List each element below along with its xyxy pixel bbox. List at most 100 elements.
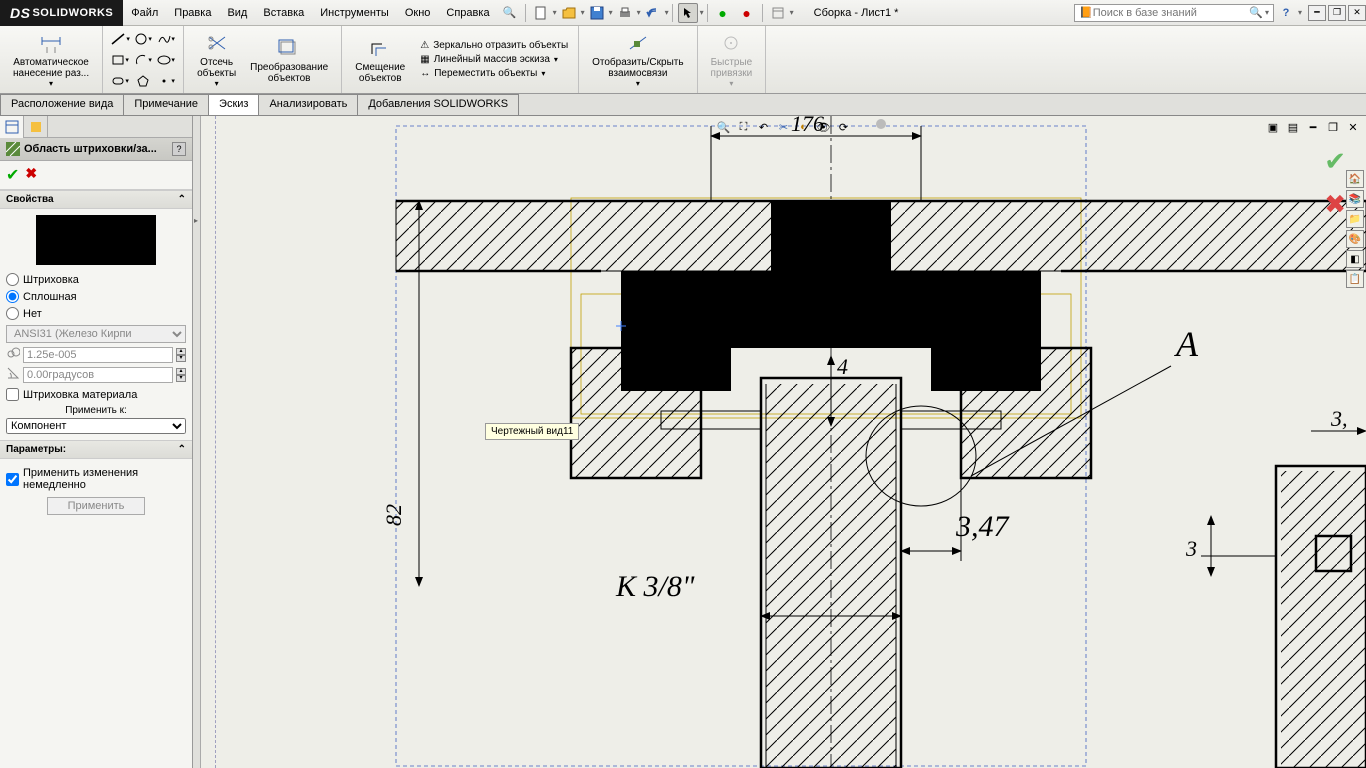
options-icon[interactable] <box>768 3 788 23</box>
line-tool-icon[interactable]: ▾ <box>109 29 131 49</box>
scale-input[interactable] <box>23 347 173 363</box>
search-submit-icon[interactable]: 🔍 <box>1249 6 1263 19</box>
rebuild-red-icon[interactable]: ● <box>737 3 757 23</box>
apply-to-select[interactable]: Компонент <box>6 418 186 434</box>
collapse-icon[interactable]: ⌃ <box>178 194 186 205</box>
corner-max-icon[interactable]: ❐ <box>1324 118 1342 136</box>
ellipse-tool-icon[interactable]: ▾ <box>155 50 177 70</box>
collapse-icon[interactable]: ⌃ <box>178 444 186 455</box>
material-hatch-checkbox[interactable] <box>6 388 19 401</box>
menu-view[interactable]: Вид <box>219 0 255 25</box>
rotate-icon[interactable]: ⟳ <box>835 118 853 136</box>
none-radio-input[interactable] <box>6 307 19 320</box>
menu-insert[interactable]: Вставка <box>255 0 312 25</box>
tab-analyze[interactable]: Анализировать <box>258 94 358 115</box>
taskpane-palette-icon[interactable]: 🎨 <box>1346 230 1364 248</box>
offset-button[interactable]: Смещение объектов <box>348 33 412 87</box>
display-style-icon[interactable]: ◐ <box>795 118 813 136</box>
select-icon[interactable] <box>678 3 698 23</box>
feature-tree-tab-icon[interactable] <box>0 116 24 138</box>
linear-pattern-button[interactable]: ▦Линейный массив эскиза▾ <box>416 53 572 66</box>
hatch-radio[interactable]: Штриховка <box>6 271 186 288</box>
corner-close-icon[interactable]: ✕ <box>1344 118 1362 136</box>
save-icon[interactable] <box>587 3 607 23</box>
solid-radio[interactable]: Сплошная <box>6 288 186 305</box>
zoom-area-icon[interactable]: ⛶ <box>735 118 753 136</box>
pattern-select[interactable]: ANSI31 (Железо Кирпи <box>6 325 186 343</box>
arc-tool-icon[interactable]: ▾ <box>132 50 154 70</box>
menu-file[interactable]: Файл <box>123 0 166 25</box>
taskpane-lib-icon[interactable]: 📚 <box>1346 190 1364 208</box>
angle-spinner[interactable]: ▴▾ <box>176 368 186 382</box>
menu-help[interactable]: Справка <box>438 0 497 25</box>
tab-layout[interactable]: Расположение вида <box>0 94 124 115</box>
help-icon[interactable]: ? <box>1276 3 1296 23</box>
apply-immediate-checkbox[interactable] <box>6 473 19 486</box>
menu-window[interactable]: Окно <box>397 0 439 25</box>
tab-annotate[interactable]: Примечание <box>123 94 209 115</box>
search-box[interactable]: 📙 🔍 ▾ <box>1074 4 1274 22</box>
taskpane-explorer-icon[interactable]: 📁 <box>1346 210 1364 228</box>
taskpane-prop-icon[interactable]: 📋 <box>1346 270 1364 288</box>
corner-min-icon[interactable]: ━ <box>1304 118 1322 136</box>
polygon-tool-icon[interactable] <box>132 71 154 91</box>
splitter[interactable]: ▸ <box>193 116 201 768</box>
panel-help-button[interactable]: ? <box>172 142 186 156</box>
auto-dimension-button[interactable]: Автоматическое нанесение раз... ▾ <box>6 28 96 91</box>
zoom-prev-icon[interactable]: ↶ <box>755 118 773 136</box>
apply-immediate-check[interactable]: Применить изменения немедленно <box>6 465 186 493</box>
new-doc-icon[interactable] <box>531 3 551 23</box>
corner-icon-1[interactable]: ▣ <box>1264 118 1282 136</box>
menu-tools[interactable]: Инструменты <box>312 0 397 25</box>
solid-radio-input[interactable] <box>6 290 19 303</box>
properties-header[interactable]: Свойства ⌃ <box>0 190 192 209</box>
none-radio[interactable]: Нет <box>6 305 186 322</box>
tab-sketch[interactable]: Эскиз <box>208 94 259 115</box>
move-button[interactable]: ↔Переместить объекты▾ <box>416 67 572 80</box>
taskpane-appear-icon[interactable]: ◧ <box>1346 250 1364 268</box>
convert-button[interactable]: Преобразование объектов <box>243 33 335 87</box>
move-label: Переместить объекты <box>434 68 537 79</box>
trim-button[interactable]: Отсечь объекты ▾ <box>190 28 243 91</box>
open-icon[interactable] <box>559 3 579 23</box>
config-tab-icon[interactable] <box>24 116 48 138</box>
material-hatch-check[interactable]: Штриховка материала <box>6 386 186 403</box>
scale-spinner[interactable]: ▴▾ <box>176 348 186 362</box>
rebuild-icon[interactable]: ● <box>713 3 733 23</box>
drawing-svg: 176 4 82 3,47 K 3/8" <box>201 116 1366 768</box>
apply-button[interactable]: Применить <box>47 497 146 515</box>
search-input[interactable] <box>1093 7 1250 19</box>
confirm-cancel-icon[interactable]: ✖ <box>1324 189 1346 220</box>
hatch-radio-input[interactable] <box>6 273 19 286</box>
menu-edit[interactable]: Правка <box>166 0 219 25</box>
spline-tool-icon[interactable]: ▾ <box>155 29 177 49</box>
mirror-icon: ⚠ <box>420 40 429 51</box>
app-name: SOLIDWORKS <box>32 7 113 19</box>
ok-button[interactable]: ✔ <box>6 165 19 185</box>
point-tool-icon[interactable]: ▾ <box>155 71 177 91</box>
confirm-ok-icon[interactable]: ✔ <box>1324 146 1346 177</box>
undo-icon[interactable] <box>643 3 663 23</box>
slot-tool-icon[interactable]: ▾ <box>109 71 131 91</box>
print-icon[interactable] <box>615 3 635 23</box>
hide-show-icon[interactable]: 👁 <box>815 118 833 136</box>
corner-icon-2[interactable]: ▤ <box>1284 118 1302 136</box>
cancel-button-icon[interactable]: ✖ <box>25 165 37 185</box>
zoom-fit-icon[interactable]: 🔍 <box>715 118 733 136</box>
rect-tool-icon[interactable]: ▾ <box>109 50 131 70</box>
angle-input[interactable] <box>23 367 173 383</box>
params-header[interactable]: Параметры: ⌃ <box>0 440 192 459</box>
tab-addins[interactable]: Добавления SOLIDWORKS <box>357 94 519 115</box>
minimize-button[interactable]: ━ <box>1308 5 1326 21</box>
quick-snaps-button[interactable]: Быстрые привязки ▾ <box>704 28 760 91</box>
mirror-button[interactable]: ⚠Зеркально отразить объекты <box>416 39 572 52</box>
close-button[interactable]: ✕ <box>1348 5 1366 21</box>
maximize-button[interactable]: ❐ <box>1328 5 1346 21</box>
show-hide-relations-button[interactable]: Отобразить/Скрыть взаимосвязи ▾ <box>585 28 690 91</box>
circle-tool-icon[interactable]: ▾ <box>132 29 154 49</box>
search-help-icon[interactable]: 🔍 <box>500 3 520 23</box>
taskpane-home-icon[interactable]: 🏠 <box>1346 170 1364 188</box>
panel-tabs <box>0 116 192 138</box>
section-view-icon[interactable]: ✂ <box>775 118 793 136</box>
drawing-canvas[interactable]: 🔍 ⛶ ↶ ✂ ◐ 👁 ⟳ ▣ ▤ ━ ❐ ✕ ✔ ✖ 🏠 📚 📁 🎨 ◧ 📋 <box>201 116 1366 768</box>
